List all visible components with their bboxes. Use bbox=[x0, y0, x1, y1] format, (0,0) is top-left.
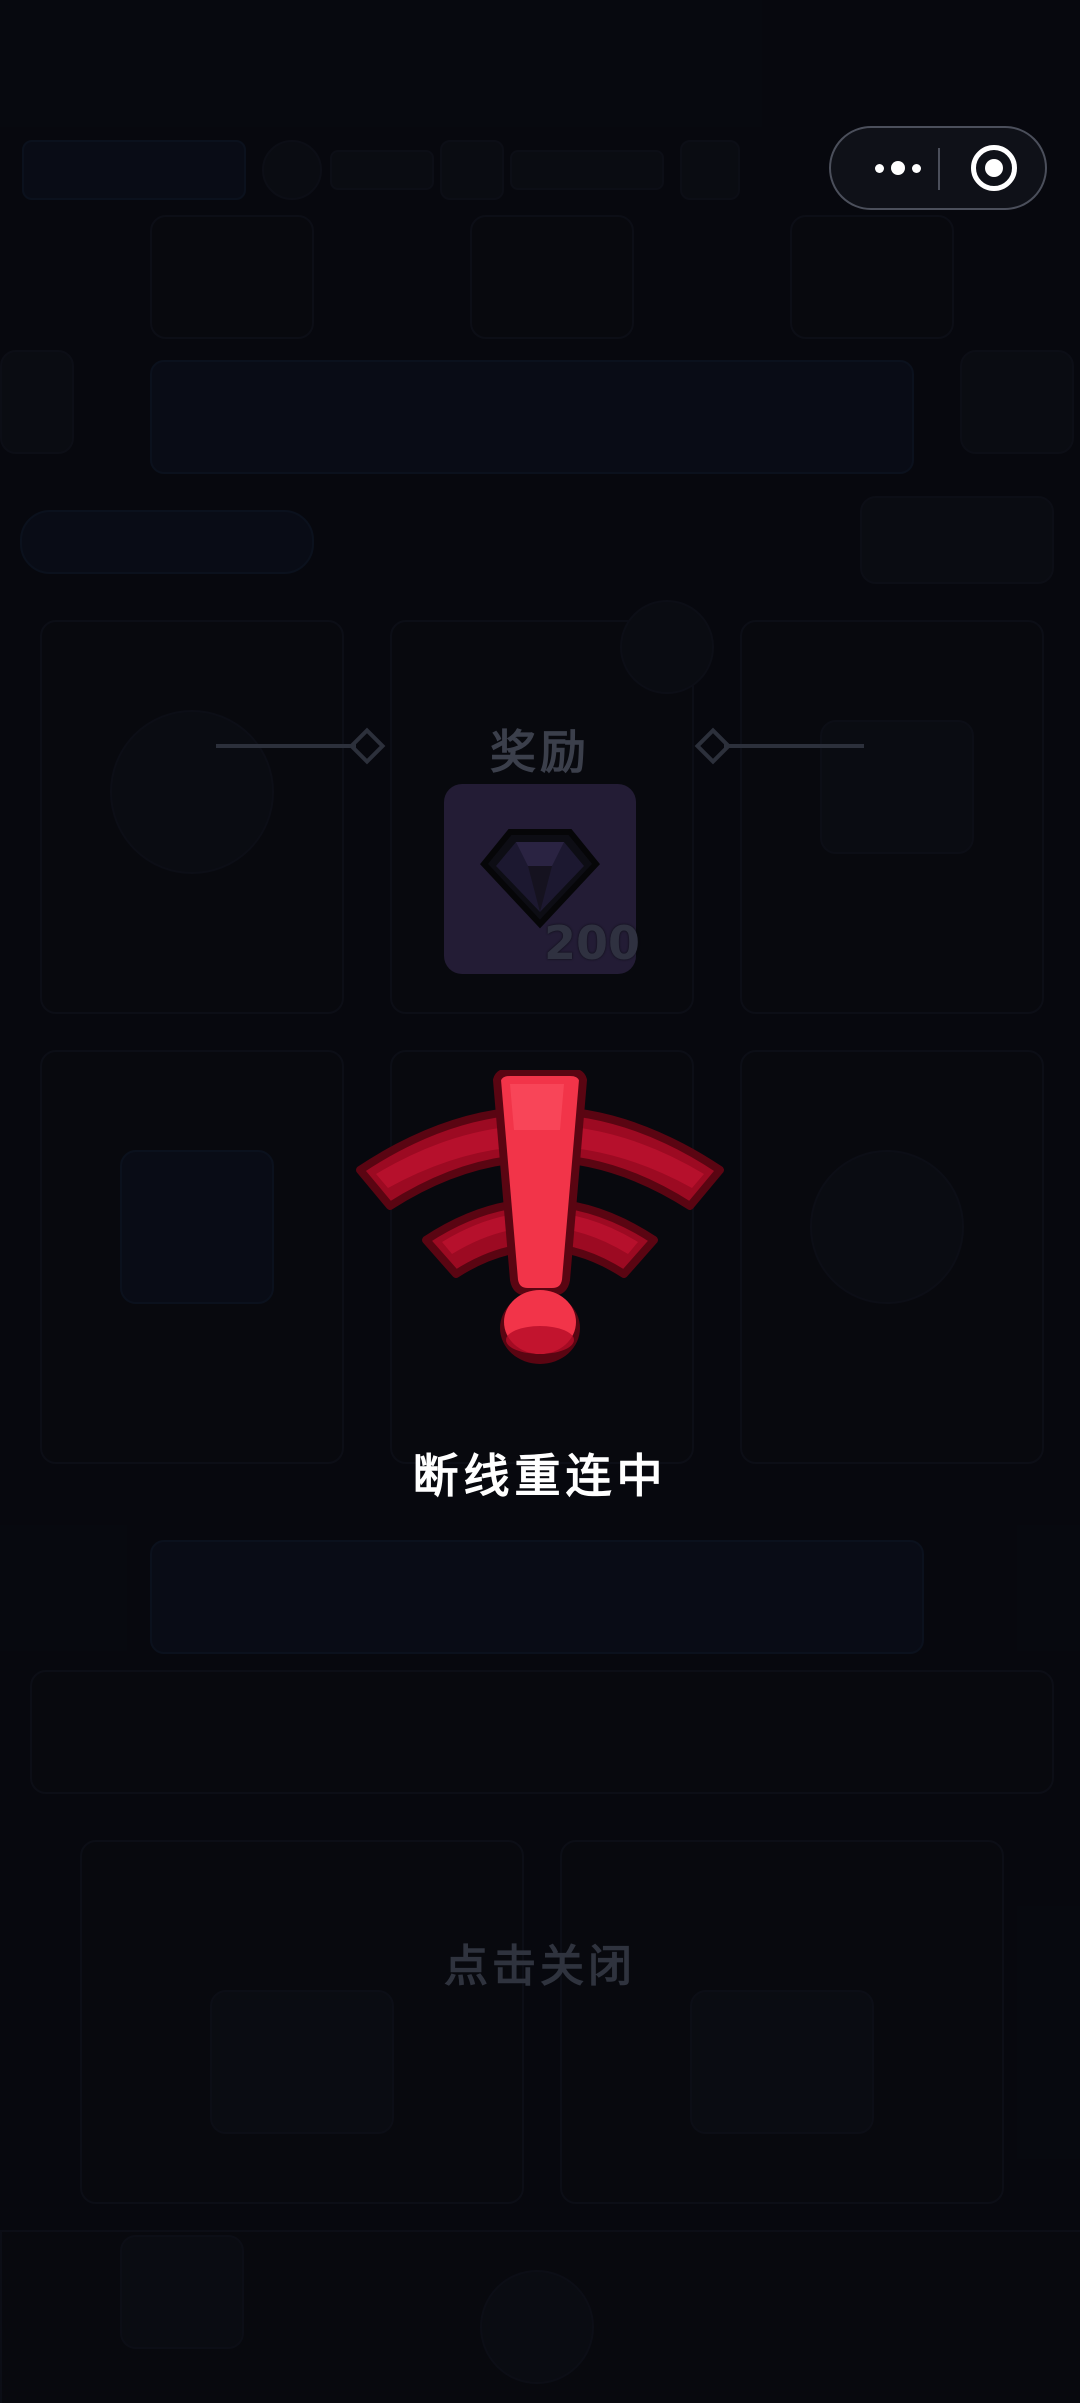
reward-divider-left bbox=[216, 744, 356, 748]
more-dots-icon[interactable] bbox=[857, 128, 939, 208]
target-circle-icon[interactable] bbox=[971, 145, 1017, 191]
capsule-divider bbox=[938, 148, 940, 190]
reconnecting-status: 断线重连中 bbox=[412, 1449, 668, 1503]
tap-to-close-hint[interactable]: 点击关闭 bbox=[0, 1930, 1080, 1994]
gem-icon bbox=[480, 829, 600, 929]
game-screen: 奖励 200 断线重连中 点击关闭 bbox=[0, 0, 1080, 2403]
wifi-warning-icon bbox=[356, 1070, 724, 1364]
reward-item-card: 200 bbox=[444, 784, 640, 974]
reward-divider-right bbox=[724, 744, 864, 748]
reward-amount: 200 bbox=[543, 916, 640, 970]
miniprogram-capsule bbox=[829, 126, 1047, 210]
reward-title: 奖励 bbox=[490, 725, 590, 779]
